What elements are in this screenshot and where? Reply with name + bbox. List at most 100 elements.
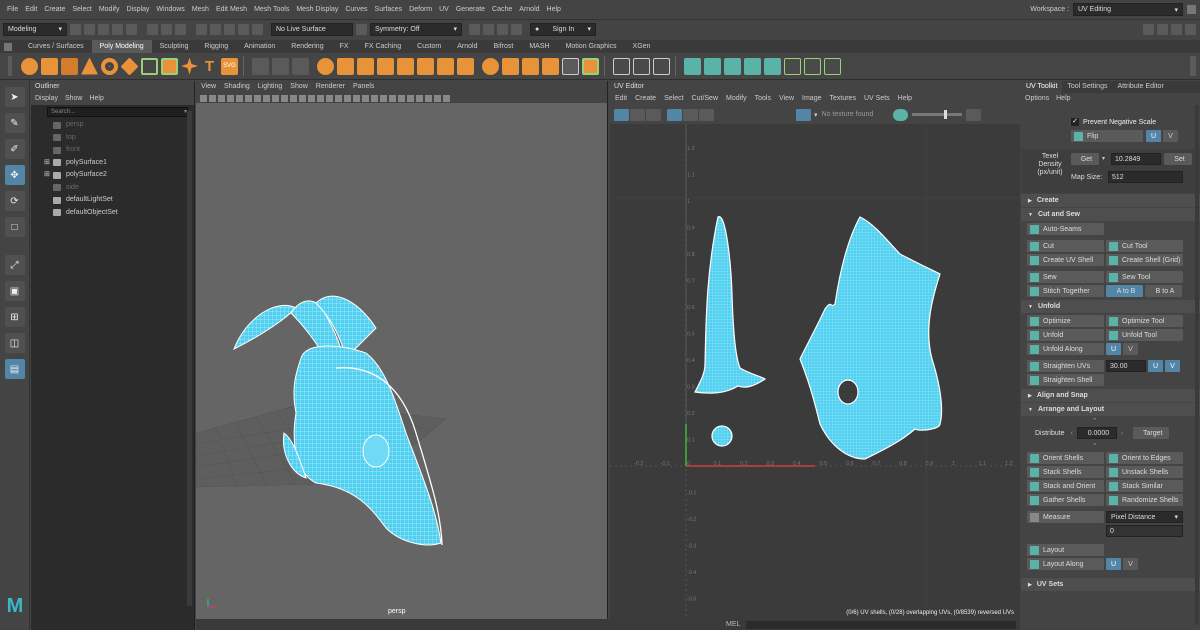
bevel-icon[interactable] — [377, 57, 394, 75]
menu-uv[interactable]: UV — [439, 6, 449, 13]
planar-map-icon[interactable] — [684, 57, 701, 75]
safe-title-icon[interactable] — [290, 94, 297, 102]
field-chart-icon[interactable] — [272, 94, 279, 102]
expand-icon[interactable]: ⊞ — [44, 157, 50, 170]
anti-aliasing-icon[interactable] — [389, 94, 396, 102]
distribute-input[interactable]: 0.0000 — [1076, 427, 1117, 439]
uv-cut-icon[interactable] — [824, 57, 841, 75]
mirror-icon[interactable] — [522, 57, 539, 75]
gather-shells-button[interactable]: Gather Shells — [1027, 494, 1104, 506]
uv-menu-help[interactable]: Help — [898, 95, 912, 102]
shelf-tab-motion-graphics[interactable]: Motion Graphics — [558, 40, 625, 53]
automatic-map-icon[interactable] — [744, 57, 761, 75]
spherical-map-icon[interactable] — [724, 57, 741, 75]
create-shell-grid-button[interactable]: Create Shell (Grid) — [1106, 254, 1183, 266]
menu-mesh[interactable]: Mesh — [192, 6, 209, 13]
auto-seams-button[interactable]: Auto-Seams — [1027, 223, 1104, 235]
menu-help[interactable]: Help — [547, 6, 561, 13]
shelf-tab-animation[interactable]: Animation — [236, 40, 283, 53]
mel-label[interactable]: MEL — [726, 621, 740, 628]
map-size-input[interactable]: 512 — [1108, 171, 1183, 183]
prevent-negative-scale-checkbox[interactable]: ✓ — [1071, 118, 1079, 126]
camera-map-icon[interactable] — [764, 57, 781, 75]
stack-shells-button[interactable]: Stack Shells — [1027, 466, 1104, 478]
outliner-item[interactable]: defaultLightSet — [31, 194, 194, 207]
flip-u-button[interactable]: U — [1146, 130, 1161, 142]
select-hierarchy-icon[interactable] — [147, 23, 158, 35]
texel-get-button[interactable]: Get — [1071, 153, 1099, 165]
chevron-down-icon[interactable]: ⌄ — [1092, 439, 1098, 447]
new-scene-icon[interactable] — [70, 23, 81, 35]
uv-select-icon[interactable] — [614, 108, 629, 121]
edge-loop-icon[interactable] — [633, 57, 650, 75]
uv-toolkit-menu-help[interactable]: Help — [1056, 95, 1070, 102]
menu-display[interactable]: Display — [126, 6, 149, 13]
ambient-occlusion-icon[interactable] — [371, 94, 378, 102]
lock-icon[interactable] — [1187, 5, 1196, 14]
combine-icon[interactable] — [252, 57, 269, 75]
bookmark-icon[interactable] — [218, 94, 225, 102]
outliner-item[interactable]: ⊞ polySurface2 — [31, 169, 194, 182]
shelf-tab-fx-caching[interactable]: FX Caching — [357, 40, 410, 53]
a-to-b-button[interactable]: A to B — [1106, 285, 1143, 297]
smooth-mesh-icon[interactable] — [482, 57, 499, 75]
retopo-icon[interactable] — [542, 57, 559, 75]
camera-attr-icon[interactable] — [209, 94, 216, 102]
menu-mesh-tools[interactable]: Mesh Tools — [254, 6, 289, 13]
snap-grid-icon[interactable] — [196, 23, 207, 35]
image-plane-icon[interactable] — [227, 94, 234, 102]
straighten-uvs-button[interactable]: Straighten UVs — [1027, 360, 1104, 372]
uv-shell-icon[interactable] — [804, 57, 821, 75]
collapse-icon[interactable] — [457, 57, 474, 75]
triangulate-icon[interactable] — [582, 57, 599, 75]
gamma-icon[interactable] — [966, 108, 982, 121]
perspective-viewport[interactable]: View Shading Lighting Show Renderer Panels — [195, 81, 608, 619]
merge-icon[interactable] — [437, 57, 454, 75]
uv-menu-uv-sets[interactable]: UV Sets — [864, 95, 890, 102]
extrude-icon[interactable] — [337, 57, 354, 75]
symmetry-icon[interactable] — [356, 23, 367, 35]
gate-mask-icon[interactable] — [263, 94, 270, 102]
arrange-and-layout-section-header[interactable]: Arrange and Layout — [1021, 403, 1200, 416]
poly-disc-icon[interactable] — [141, 57, 158, 75]
ipr-icon[interactable] — [483, 23, 494, 35]
two-pane-layout-icon[interactable]: ◫ — [4, 333, 25, 353]
cylindrical-map-icon[interactable] — [704, 57, 721, 75]
orient-to-edges-button[interactable]: Orient to Edges — [1106, 452, 1183, 464]
uv-face-icon[interactable] — [646, 108, 661, 121]
workspace-dropdown[interactable]: UV Editing ▾ — [1073, 3, 1183, 16]
super-shape-icon[interactable] — [181, 57, 198, 75]
measure-mode-dropdown[interactable]: Pixel Distance ▾ — [1106, 511, 1183, 523]
menu-mesh-display[interactable]: Mesh Display — [296, 6, 338, 13]
outliner-item[interactable]: side — [31, 182, 194, 195]
channel-box-icon[interactable] — [1185, 23, 1196, 35]
shelf-tab-fx[interactable]: FX — [332, 40, 357, 53]
uv-menu-modify[interactable]: Modify — [726, 95, 747, 102]
offset-loop-icon[interactable] — [653, 57, 670, 75]
exposure-slider[interactable] — [912, 110, 963, 119]
unfold-button[interactable]: Unfold — [1027, 329, 1104, 341]
shelf-tab-bifrost[interactable]: Bifrost — [486, 40, 522, 53]
textured-icon[interactable] — [344, 94, 351, 102]
straighten-angle-input[interactable]: 30.00 — [1106, 360, 1146, 372]
measure-button[interactable]: Measure — [1027, 511, 1104, 523]
target-button[interactable]: Target — [1133, 427, 1170, 439]
layout-along-button[interactable]: Layout Along — [1027, 558, 1104, 570]
uv-menu-select[interactable]: Select — [664, 95, 683, 102]
poly-torus-icon[interactable] — [101, 57, 118, 75]
panel-tab-attribute-editor[interactable]: Attribute Editor — [1112, 81, 1168, 93]
shelf-tab-arnold[interactable]: Arnold — [449, 40, 485, 53]
save-scene-icon[interactable] — [98, 23, 109, 35]
modeling-toolkit-icon[interactable] — [1143, 23, 1154, 35]
shelf-tab-mash[interactable]: MASH — [521, 40, 557, 53]
straighten-v-button[interactable]: V — [1165, 360, 1180, 372]
sew-button[interactable]: Sew — [1027, 271, 1104, 283]
sew-tool-button[interactable]: Sew Tool — [1106, 271, 1183, 283]
lasso-tool-icon[interactable]: ✎ — [4, 113, 25, 133]
menu-edit-mesh[interactable]: Edit Mesh — [216, 6, 247, 13]
straighten-shell-button[interactable]: Straighten Shell — [1027, 374, 1104, 386]
mode-dropdown[interactable]: Modeling ▾ — [3, 22, 67, 36]
separate-icon[interactable] — [272, 57, 289, 75]
uv-grid-icon[interactable] — [667, 108, 682, 121]
select-component-icon[interactable] — [175, 23, 186, 35]
